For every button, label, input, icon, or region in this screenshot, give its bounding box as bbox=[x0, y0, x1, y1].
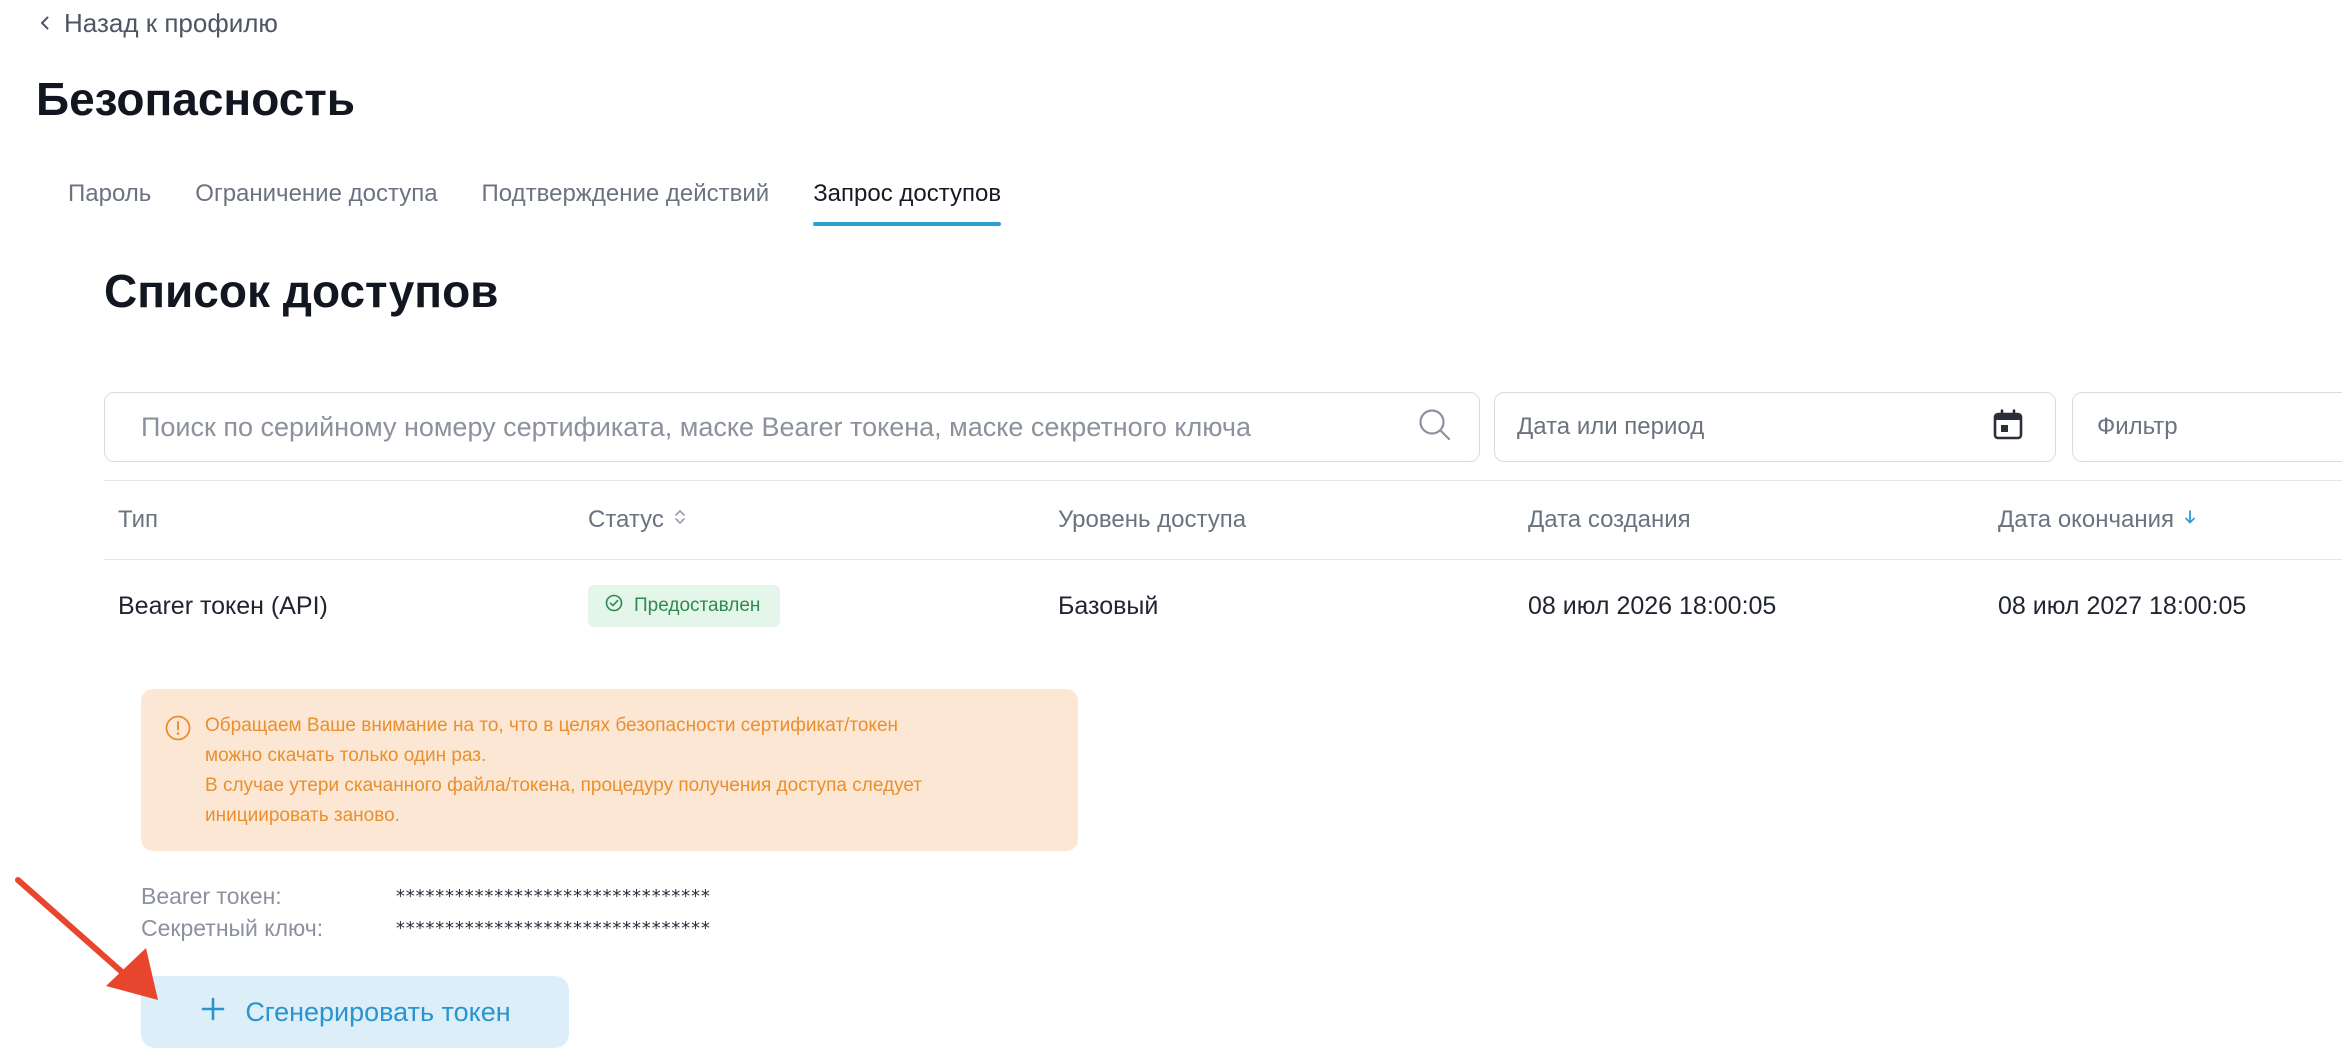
column-header-status[interactable]: Статус bbox=[574, 506, 1044, 534]
tab-access-request[interactable]: Запрос доступов bbox=[813, 172, 1001, 226]
table-header: Тип Статус Уровень доступа Дата создания… bbox=[104, 480, 2342, 560]
secret-key-label: Секретный ключ: bbox=[141, 914, 324, 941]
calendar-icon[interactable] bbox=[1991, 408, 2025, 447]
plus-icon bbox=[199, 995, 227, 1030]
security-page: Назад к профилю Безопасность Пароль Огра… bbox=[0, 0, 2342, 1064]
column-header-created: Дата создания bbox=[1514, 506, 1984, 534]
status-badge: Предоставлен bbox=[588, 585, 781, 627]
secret-key-row: Секретный ключ: ************************… bbox=[141, 912, 711, 944]
table-row[interactable]: Bearer токен (API) Предоставлен Базовый … bbox=[104, 560, 2342, 652]
cell-status: Предоставлен bbox=[574, 585, 1044, 627]
search-icon[interactable] bbox=[1415, 405, 1455, 450]
section-title: Список доступов bbox=[104, 265, 499, 317]
column-header-expires[interactable]: Дата окончания bbox=[1984, 506, 2342, 534]
bearer-token-label: Bearer токен: bbox=[141, 882, 282, 909]
filter-field bbox=[2072, 392, 2342, 462]
column-header-type: Тип bbox=[104, 506, 574, 534]
tab-action-confirmation[interactable]: Подтверждение действий bbox=[482, 172, 770, 226]
column-header-label: Дата окончания bbox=[1998, 506, 2175, 533]
back-link-label: Назад к профилю bbox=[64, 8, 278, 38]
warning-line: В случае утери скачанного файла/токена, … bbox=[205, 775, 922, 796]
date-period-input[interactable] bbox=[1515, 392, 1991, 462]
warning-line: инициировать заново. bbox=[205, 805, 400, 826]
bearer-token-row: Bearer токен: **************************… bbox=[141, 880, 711, 912]
sort-both-icon[interactable] bbox=[672, 506, 688, 534]
generate-token-label: Сгенерировать токен bbox=[245, 996, 511, 1027]
warning-line: можно скачать только один раз. bbox=[205, 745, 487, 766]
check-circle-icon bbox=[604, 593, 624, 619]
column-header-access-level: Уровень доступа bbox=[1044, 506, 1514, 534]
arrow-down-icon[interactable] bbox=[2182, 506, 2198, 534]
warning-line: Обращаем Ваше внимание на то, что в целя… bbox=[205, 715, 898, 736]
generate-token-button[interactable]: Сгенерировать токен bbox=[141, 976, 569, 1048]
page-title: Безопасность bbox=[36, 73, 356, 125]
cell-access-level: Базовый bbox=[1058, 591, 1159, 620]
column-header-label: Статус bbox=[588, 506, 664, 533]
security-warning: Обращаем Ваше внимание на то, что в целя… bbox=[141, 689, 1078, 851]
column-header-label: Уровень доступа bbox=[1058, 506, 1247, 533]
tab-access-restriction[interactable]: Ограничение доступа bbox=[195, 172, 437, 226]
info-icon bbox=[163, 711, 193, 851]
date-period-field bbox=[1494, 392, 2056, 462]
filter-input[interactable] bbox=[2095, 392, 2342, 462]
status-badge-label: Предоставлен bbox=[634, 595, 761, 616]
back-to-profile-link[interactable]: Назад к профилю bbox=[36, 8, 278, 39]
column-header-label: Дата создания bbox=[1528, 506, 1691, 533]
warning-text: Обращаем Ваше внимание на то, что в целя… bbox=[205, 711, 922, 851]
cell-expires: 08 июл 2027 18:00:05 bbox=[1998, 591, 2247, 620]
search-field bbox=[104, 392, 1480, 462]
secret-key-value: ******************************** bbox=[395, 917, 711, 939]
search-input[interactable] bbox=[139, 392, 1415, 462]
security-tabs: Пароль Ограничение доступа Подтверждение… bbox=[68, 172, 1045, 226]
column-header-label: Тип bbox=[118, 506, 159, 533]
bearer-token-value: ******************************** bbox=[395, 885, 711, 907]
token-fields: Bearer токен: **************************… bbox=[141, 880, 711, 944]
cell-type: Bearer токен (API) bbox=[118, 591, 328, 620]
tab-password[interactable]: Пароль bbox=[68, 172, 151, 226]
chevron-left-icon bbox=[36, 8, 54, 39]
access-table: Тип Статус Уровень доступа Дата создания… bbox=[104, 480, 2342, 652]
cell-created: 08 июл 2026 18:00:05 bbox=[1528, 591, 1777, 620]
